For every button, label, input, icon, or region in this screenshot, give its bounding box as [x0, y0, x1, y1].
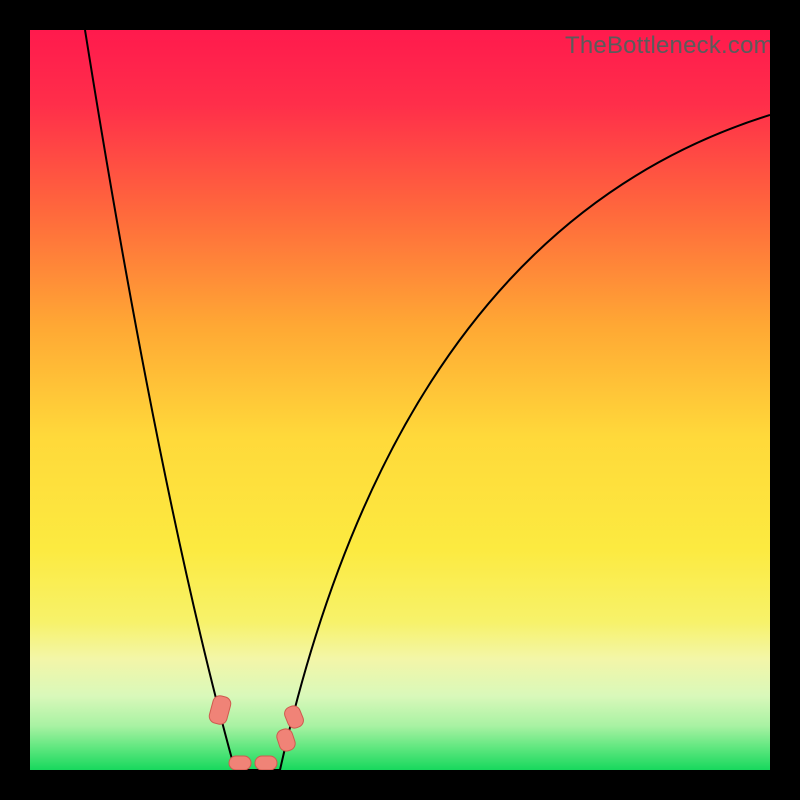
- marker-pill-2: [255, 756, 277, 770]
- watermark-text: TheBottleneck.com: [565, 32, 770, 60]
- chart-frame: TheBottleneck.com: [0, 0, 800, 800]
- plot-area: TheBottleneck.com: [30, 30, 770, 770]
- plot-svg: [30, 30, 770, 770]
- marker-pill-1: [229, 756, 251, 770]
- gradient-background: [30, 30, 770, 770]
